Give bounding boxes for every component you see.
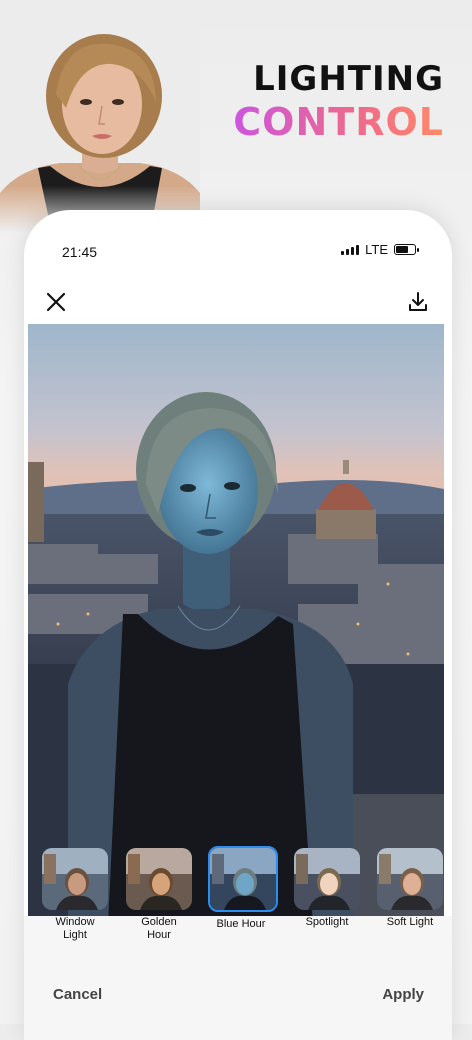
phone-frame: 21:45 LTE Window Light Golden Hour Blue … [24, 210, 452, 1040]
download-button[interactable] [406, 290, 430, 314]
edited-photo [28, 324, 444, 924]
cancel-button[interactable]: Cancel [53, 986, 102, 1003]
preset-thumbnail [42, 848, 108, 910]
preset-soft-light[interactable]: Soft Light [377, 848, 443, 929]
preset-label: Spotlight [305, 916, 349, 928]
hero-portrait-image [0, 18, 200, 233]
preset-thumbnail [126, 848, 192, 910]
signal-icon [341, 244, 360, 255]
preset-thumbnail [377, 848, 443, 910]
headline-line-2: CONTROL [233, 100, 444, 144]
preset-golden-hour[interactable]: Golden Hour [126, 848, 192, 942]
preset-label: Blue Hour [216, 918, 266, 930]
promo-headline: LIGHTING CONTROL [233, 58, 444, 144]
network-label: LTE [365, 242, 388, 257]
preset-label: Window Light [55, 916, 95, 941]
apply-button[interactable]: Apply [382, 986, 424, 1003]
preset-spotlight[interactable]: Spotlight [294, 848, 360, 929]
preset-blue-hour[interactable]: Blue Hour [208, 846, 278, 931]
download-icon [409, 292, 427, 311]
close-icon [46, 292, 66, 312]
battery-icon [394, 244, 419, 255]
close-button[interactable] [44, 290, 68, 314]
preset-label: Soft Light [386, 916, 434, 928]
status-indicators: LTE [341, 242, 419, 257]
headline-line-1: LIGHTING [253, 59, 444, 99]
preset-label: Golden Hour [141, 916, 177, 941]
status-time: 21:45 [62, 244, 98, 260]
preset-thumbnail [208, 846, 278, 912]
lighting-presets: Window Light Golden Hour Blue Hour Spotl… [24, 846, 452, 966]
preset-window-light[interactable]: Window Light [42, 848, 108, 942]
preset-thumbnail [294, 848, 360, 910]
